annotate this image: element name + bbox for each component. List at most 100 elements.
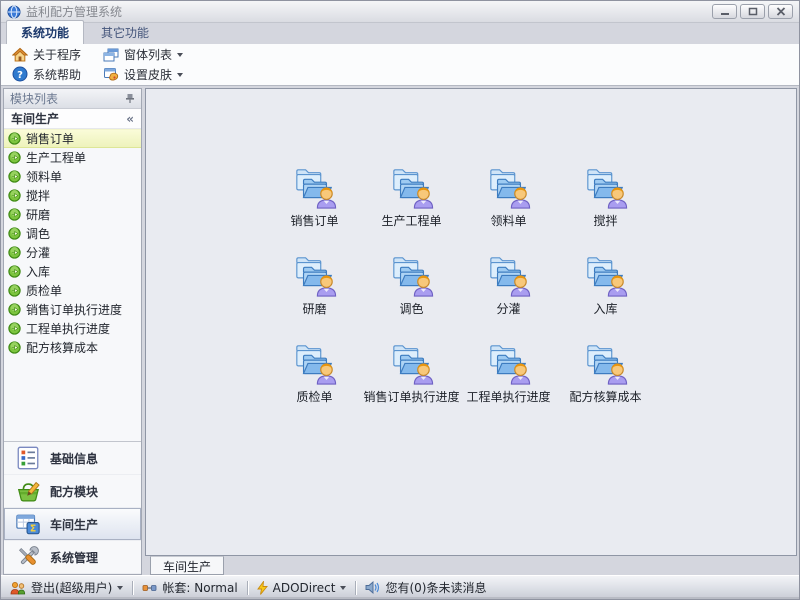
account-set-label: 帐套: Normal <box>162 579 237 596</box>
shortcut-label: 研磨 <box>302 300 326 317</box>
folder-user-icon <box>583 253 629 297</box>
shortcut-label: 入库 <box>593 300 617 317</box>
sidebar-item-label: 调色 <box>26 225 50 242</box>
sidebar-item-sales-order-progress[interactable]: 销售订单执行进度 <box>4 300 141 319</box>
sidebar-section-formula-module[interactable]: 配方模块 <box>4 475 141 508</box>
sidebar-section-basic-info[interactable]: 基础信息 <box>4 442 141 475</box>
dropdown-arrow-icon <box>177 73 183 80</box>
sidebar-item-label: 分灌 <box>26 244 50 261</box>
logout-dropdown[interactable]: 登出(超级用户) <box>10 579 123 596</box>
tab-other-functions[interactable]: 其它功能 <box>86 20 164 44</box>
folder-user-icon <box>486 341 532 385</box>
sidebar-section-workshop-production[interactable]: 车间生产 <box>4 508 141 541</box>
sidebar-item-label: 入库 <box>26 263 50 280</box>
sidebar-header-label: 模块列表 <box>10 90 125 107</box>
shortcut-filling[interactable]: 分灌 <box>460 253 557 317</box>
about-program-button[interactable]: 关于程序 <box>9 45 84 64</box>
sidebar-item-filling[interactable]: 分灌 <box>4 243 141 262</box>
shortcut-grid: 销售订单 生产工程单 领料单 搅拌 <box>266 165 796 405</box>
shortcut-label: 销售订单 <box>290 212 338 229</box>
document-tab-workshop-production[interactable]: 车间生产 <box>150 556 224 575</box>
shortcut-quality-check[interactable]: 质检单 <box>266 341 363 405</box>
sidebar-item-grinding[interactable]: 研磨 <box>4 205 141 224</box>
dropdown-arrow-icon <box>117 586 123 593</box>
document-tab-strip: 车间生产 <box>145 556 797 575</box>
maximize-button[interactable] <box>740 4 765 19</box>
list-icon <box>15 445 41 471</box>
sidebar-item-project-order-progress[interactable]: 工程单执行进度 <box>4 319 141 338</box>
home-icon <box>12 47 28 63</box>
green-arrow-icon <box>8 170 21 183</box>
unread-messages-label: 您有(0)条未读消息 <box>385 579 486 596</box>
sidebar-section-system-management[interactable]: 系统管理 <box>4 541 141 574</box>
table-sigma-icon <box>15 511 41 537</box>
sidebar-item-list: 销售订单 生产工程单 领料单 搅拌 研磨 <box>4 129 141 357</box>
sidebar-section-label: 系统管理 <box>50 549 98 566</box>
set-skin-button[interactable]: 设置皮肤 <box>100 65 186 84</box>
connection-label: ADODirect <box>273 581 336 595</box>
sidebar-section-label: 配方模块 <box>50 483 98 500</box>
sidebar-item-label: 销售订单 <box>26 130 74 147</box>
shortcut-grinding[interactable]: 研磨 <box>266 253 363 317</box>
shortcut-sales-order[interactable]: 销售订单 <box>266 165 363 229</box>
help-icon: ? <box>12 66 28 82</box>
speaker-icon <box>365 581 380 594</box>
shortcut-sales-order-progress[interactable]: 销售订单执行进度 <box>363 341 460 405</box>
sidebar-item-label: 配方核算成本 <box>26 339 98 356</box>
shortcut-warehousing[interactable]: 入库 <box>557 253 654 317</box>
sidebar-group-header: 车间生产 « <box>4 109 141 129</box>
connection-dropdown[interactable]: ADODirect <box>257 581 347 595</box>
app-window: 益利配方管理系统 系统功能 其它功能 关于程 <box>0 0 800 600</box>
sidebar-item-production-order[interactable]: 生产工程单 <box>4 148 141 167</box>
folder-user-icon <box>486 253 532 297</box>
module-sidebar: 模块列表 车间生产 « 销售订单 生产工程单 <box>3 88 142 575</box>
status-bar: 登出(超级用户) 帐套: Normal ADODirect <box>1 575 799 599</box>
skin-icon <box>103 66 119 82</box>
minimize-button[interactable] <box>712 4 737 19</box>
shortcut-label: 质检单 <box>296 388 332 405</box>
collapse-chevron-icon[interactable]: « <box>126 112 134 126</box>
shortcut-tinting[interactable]: 调色 <box>363 253 460 317</box>
svg-text:?: ? <box>17 70 23 81</box>
about-program-label: 关于程序 <box>33 46 81 63</box>
sidebar-item-label: 工程单执行进度 <box>26 320 110 337</box>
shortcut-label: 配方核算成本 <box>569 388 641 405</box>
ribbon-tab-strip: 系统功能 其它功能 <box>1 23 799 44</box>
users-icon <box>10 581 26 595</box>
window-list-label: 窗体列表 <box>124 46 172 63</box>
app-logo-icon <box>7 5 21 19</box>
sidebar-item-formula-cost[interactable]: 配方核算成本 <box>4 338 141 357</box>
window-list-button[interactable]: 窗体列表 <box>100 45 186 64</box>
sidebar-item-warehousing[interactable]: 入库 <box>4 262 141 281</box>
sidebar-group-title: 车间生产 <box>11 110 126 127</box>
pin-icon[interactable] <box>125 93 135 104</box>
system-help-button[interactable]: ? 系统帮助 <box>9 65 84 84</box>
sidebar-item-label: 领料单 <box>26 168 62 185</box>
connection-icon <box>142 582 157 594</box>
shortcut-formula-cost[interactable]: 配方核算成本 <box>557 341 654 405</box>
green-arrow-icon <box>8 132 21 145</box>
shortcut-project-order-progress[interactable]: 工程单执行进度 <box>460 341 557 405</box>
sidebar-item-quality-check[interactable]: 质检单 <box>4 281 141 300</box>
sidebar-header: 模块列表 <box>4 89 141 109</box>
sidebar-item-material-requisition[interactable]: 领料单 <box>4 167 141 186</box>
shortcut-production-order[interactable]: 生产工程单 <box>363 165 460 229</box>
shortcut-material-requisition[interactable]: 领料单 <box>460 165 557 229</box>
shortcut-mixing[interactable]: 搅拌 <box>557 165 654 229</box>
folder-user-icon <box>292 165 338 209</box>
dropdown-arrow-icon <box>340 586 346 593</box>
green-arrow-icon <box>8 322 21 335</box>
tab-system-functions[interactable]: 系统功能 <box>6 20 84 44</box>
window-title: 益利配方管理系统 <box>26 3 707 20</box>
green-arrow-icon <box>8 246 21 259</box>
shortcut-label: 搅拌 <box>593 212 617 229</box>
unread-messages-indicator[interactable]: 您有(0)条未读消息 <box>365 579 486 596</box>
close-button[interactable] <box>768 4 793 19</box>
sidebar-item-sales-order[interactable]: 销售订单 <box>4 129 141 148</box>
dropdown-arrow-icon <box>177 53 183 60</box>
minimize-icon <box>720 7 730 16</box>
sidebar-item-tinting[interactable]: 调色 <box>4 224 141 243</box>
sidebar-item-mixing[interactable]: 搅拌 <box>4 186 141 205</box>
shortcut-label: 生产工程单 <box>381 212 441 229</box>
sidebar-spacer <box>4 357 141 441</box>
